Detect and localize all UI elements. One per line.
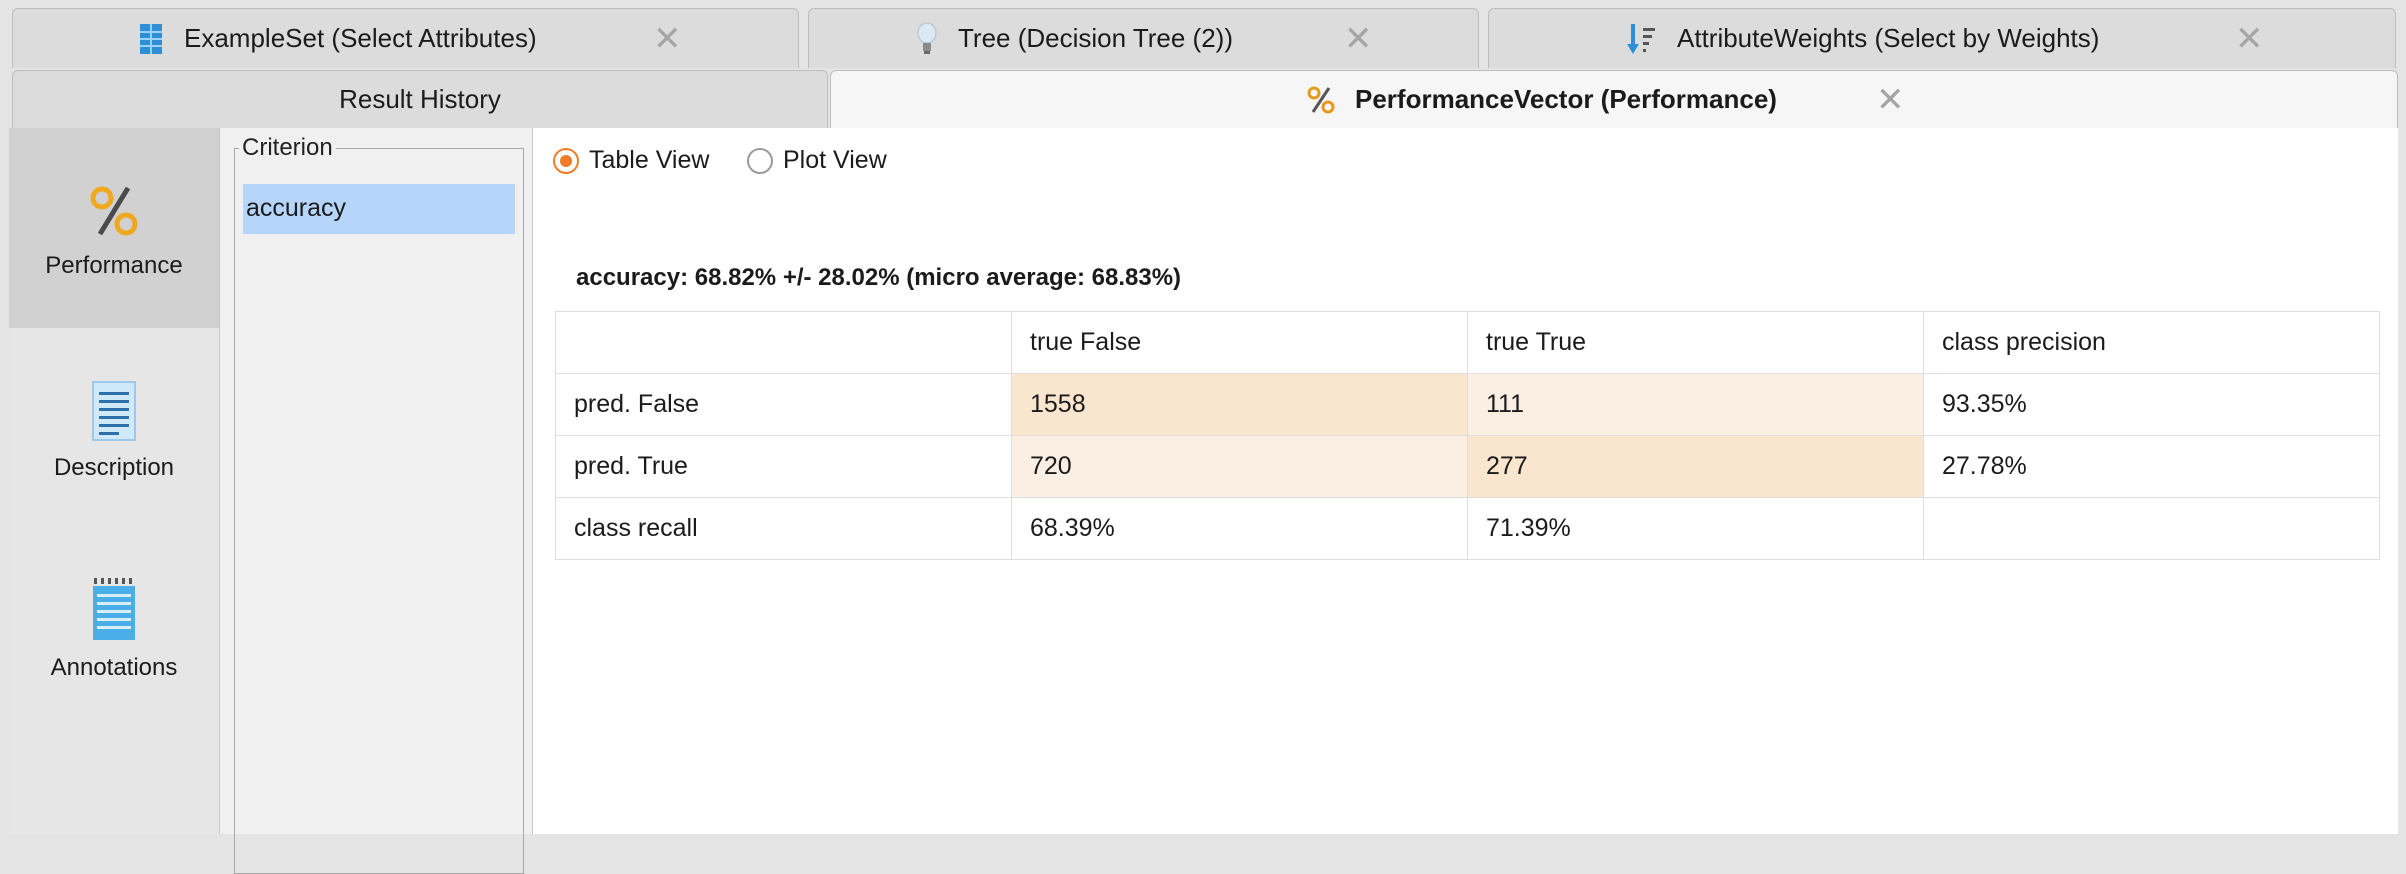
matrix-cell: 1558	[1011, 373, 1468, 436]
table-row: class recall 68.39% 71.39%	[555, 497, 2380, 560]
lightbulb-icon	[916, 21, 938, 56]
tab-attribute-weights[interactable]: AttributeWeights (Select by Weights) ✕	[1488, 8, 2396, 68]
tab-label: Tree (Decision Tree (2))	[958, 23, 1233, 53]
row-label-cell: pred. True	[555, 435, 1012, 498]
criterion-group: Criterion accuracy	[234, 134, 524, 874]
radio-checked-icon	[553, 147, 579, 174]
table-icon	[138, 23, 164, 55]
sidebar-item-performance[interactable]: Performance	[9, 128, 219, 328]
row-label-cell: pred. False	[555, 373, 1012, 436]
header-cell: true False	[1011, 311, 1468, 374]
radio-label: Plot View	[783, 146, 887, 174]
tab-label: Result History	[339, 84, 501, 114]
close-icon[interactable]: ✕	[1876, 83, 1905, 117]
sort-weights-icon	[1627, 22, 1657, 56]
tab-label: ExampleSet (Select Attributes)	[184, 23, 537, 53]
table-row: pred. False 1558 111 93.35%	[555, 373, 2380, 436]
plot-view-radio[interactable]: Plot View	[747, 146, 887, 175]
percent-icon	[9, 184, 219, 238]
sidebar-item-label: Performance	[45, 252, 183, 279]
empty-cell	[1923, 497, 2380, 560]
row-label-cell: class recall	[555, 497, 1012, 560]
radio-label: Table View	[589, 146, 710, 174]
close-icon[interactable]: ✕	[653, 22, 682, 56]
result-view-sidebar: Performance Description Annotations	[9, 128, 220, 834]
close-icon[interactable]: ✕	[1344, 22, 1373, 56]
precision-cell: 93.35%	[1923, 373, 2380, 436]
performance-summary: accuracy: 68.82% +/- 28.02% (micro avera…	[576, 264, 1182, 291]
document-icon	[9, 380, 219, 442]
radio-unchecked-icon	[747, 147, 773, 174]
table-row: pred. True 720 277 27.78%	[555, 435, 2380, 498]
performance-main-view: Table View Plot View accuracy: 68.82% +/…	[533, 128, 2398, 834]
matrix-cell: 720	[1011, 435, 1468, 498]
table-view-radio[interactable]: Table View	[553, 146, 709, 175]
criterion-item-accuracy[interactable]: accuracy	[243, 184, 515, 234]
confusion-matrix-table: true False true True class precision pre…	[555, 311, 2380, 560]
recall-cell: 68.39%	[1011, 497, 1468, 560]
tab-tree[interactable]: Tree (Decision Tree (2)) ✕	[808, 8, 1479, 68]
precision-cell: 27.78%	[1923, 435, 2380, 498]
table-header-row: true False true True class precision	[555, 311, 2380, 374]
tab-exampleset[interactable]: ExampleSet (Select Attributes) ✕	[12, 8, 799, 68]
criterion-panel: Criterion accuracy	[220, 128, 533, 874]
matrix-cell: 277	[1467, 435, 1924, 498]
header-cell: true True	[1467, 311, 1924, 374]
notepad-icon	[9, 578, 219, 642]
sidebar-item-label: Annotations	[50, 654, 178, 681]
sidebar-item-annotations[interactable]: Annotations	[9, 528, 219, 728]
sidebar-item-label: Description	[53, 454, 175, 481]
sidebar-item-description[interactable]: Description	[9, 328, 219, 528]
close-icon[interactable]: ✕	[2235, 22, 2264, 56]
criterion-legend: Criterion	[242, 134, 333, 161]
header-cell	[555, 311, 1012, 374]
recall-cell: 71.39%	[1467, 497, 1924, 560]
tab-label: AttributeWeights (Select by Weights)	[1677, 23, 2100, 53]
tab-performance-vector[interactable]: PerformanceVector (Performance) ✕	[830, 70, 2398, 128]
tab-label: PerformanceVector (Performance)	[1355, 84, 1777, 114]
tab-result-history[interactable]: Result History	[12, 70, 828, 128]
percent-icon	[1307, 85, 1335, 115]
matrix-cell: 111	[1467, 373, 1924, 436]
header-cell: class precision	[1923, 311, 2380, 374]
